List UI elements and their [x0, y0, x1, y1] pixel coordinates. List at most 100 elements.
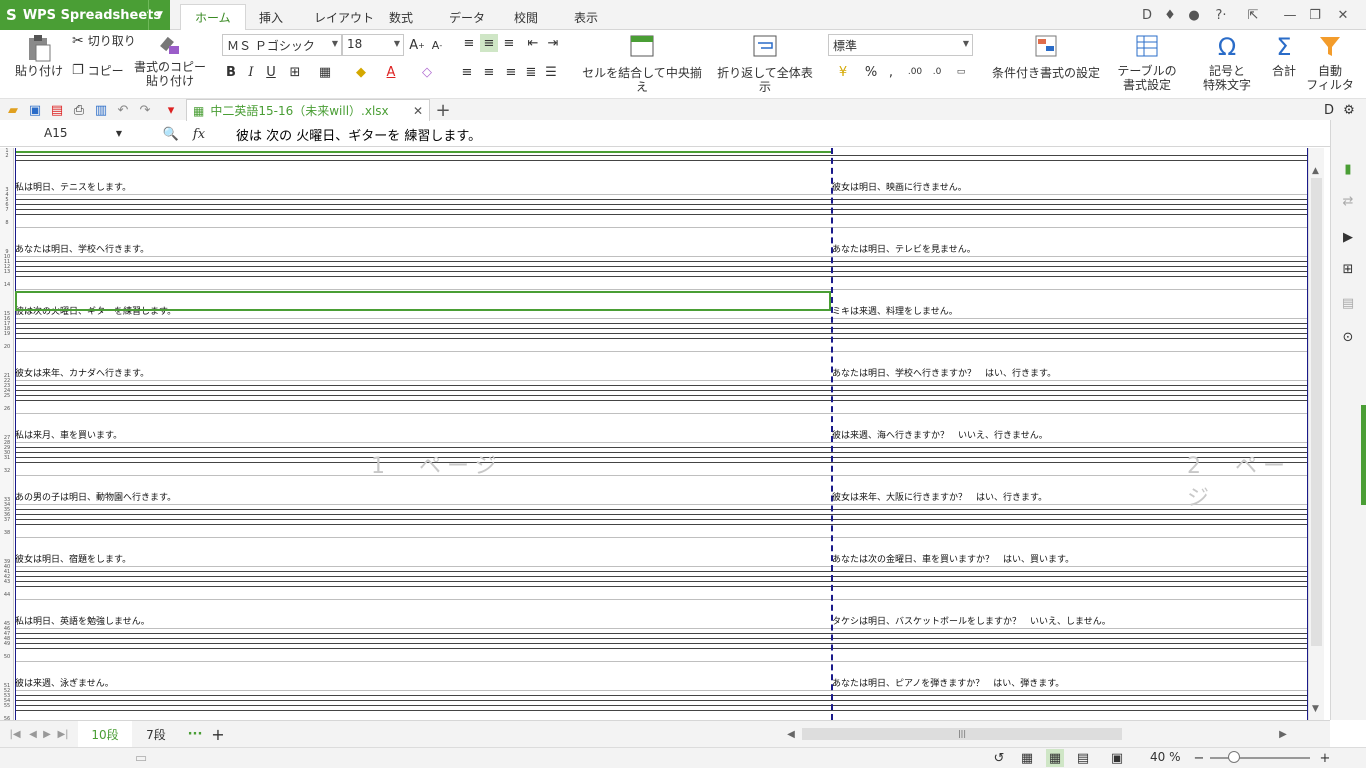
indent-icon[interactable]: ⇥ — [544, 34, 562, 52]
row-number[interactable]: 25 — [0, 394, 14, 399]
align-center-icon[interactable]: ≡ — [480, 63, 498, 81]
selected-cell-A15[interactable] — [15, 291, 831, 311]
sheet-tab-10[interactable]: 10段 — [78, 721, 132, 747]
font-name-select[interactable]: ＭＳ Ｐゴシック ▼ — [222, 34, 342, 56]
symbol-button[interactable]: Ω 記号と 特殊文字 — [1196, 34, 1258, 92]
skin-icon[interactable]: D — [1137, 5, 1157, 25]
align-bottom-icon[interactable]: ≡ — [500, 34, 518, 52]
scroll-up-icon[interactable]: ▲ — [1312, 166, 1319, 176]
add-sheet-icon[interactable]: + — [209, 725, 227, 744]
comma-button[interactable]: , — [882, 63, 900, 81]
undo-icon[interactable]: ↶ — [114, 101, 132, 119]
font-color-icon[interactable]: A — [382, 63, 400, 81]
row-number[interactable]: 7 — [0, 208, 14, 213]
row-number[interactable]: 44 — [0, 593, 14, 598]
auto-filter-button[interactable]: 自動 フィルタ — [1306, 34, 1354, 92]
cell-pattern-icon[interactable]: ▦ — [316, 63, 334, 81]
cut-button[interactable]: ✂ 切り取り — [72, 34, 136, 48]
format-painter-button[interactable]: 書式のコピー 貼り付け — [134, 34, 206, 88]
sheet-tab-7[interactable]: 7段 — [136, 721, 176, 747]
help-icon[interactable]: ?· — [1208, 5, 1234, 25]
restore-ribbon-icon[interactable]: ⇱ — [1243, 5, 1263, 25]
scroll-right-icon[interactable]: ▶ — [1274, 725, 1292, 743]
slideshow-icon[interactable]: ▶ — [1339, 228, 1357, 246]
row-number[interactable]: 13 — [0, 270, 14, 275]
doc-panel-icon[interactable]: ▤ — [1339, 294, 1357, 312]
cell-right[interactable]: あなたは明日、テレビを見ません。 — [832, 242, 976, 255]
decrease-font-icon[interactable]: A- — [428, 36, 446, 54]
shirt-icon[interactable]: ♦ — [1160, 5, 1180, 25]
formula-input[interactable]: 彼は 次の 火曜日、ギターを 練習します。 — [236, 125, 481, 144]
close-icon[interactable]: ✕ — [1333, 5, 1353, 25]
align-top-icon[interactable]: ≡ — [460, 34, 478, 52]
font-size-select[interactable]: 18 ▼ — [342, 34, 404, 56]
tab-insert[interactable]: 挿入 — [245, 4, 297, 30]
increase-font-icon[interactable]: A + — [408, 36, 426, 54]
tab-data[interactable]: データ — [435, 4, 499, 30]
backup-icon[interactable]: ⊙ — [1339, 328, 1357, 346]
tab-formulas[interactable]: 数式 — [375, 4, 427, 30]
redo-icon[interactable]: ↷ — [136, 101, 154, 119]
number-convert-icon[interactable]: ▭ — [952, 63, 970, 81]
new-doc-icon[interactable]: ▮ — [1339, 160, 1357, 178]
horizontal-scroll-thumb[interactable]: ||| — [802, 728, 1122, 740]
tab-review[interactable]: 校閲 — [500, 4, 552, 30]
open-icon[interactable]: ▰ — [4, 101, 22, 119]
sidebar-handle[interactable] — [1361, 405, 1366, 505]
cell-left[interactable]: 私は明日、テニスをします。 — [15, 180, 131, 193]
scroll-left-icon[interactable]: ◀ — [782, 725, 800, 743]
print-icon[interactable]: ⎙ — [70, 101, 88, 119]
decrease-decimal-icon[interactable]: .0 — [928, 63, 946, 81]
row-number[interactable]: 8 — [0, 221, 14, 226]
cell-right[interactable]: あなたは次の金曜日、車を買いますか？ はい、買います。 — [832, 552, 1074, 565]
justify-icon[interactable]: ≣ — [522, 63, 540, 81]
new-tab-icon[interactable]: + — [434, 100, 452, 121]
outdent-icon[interactable]: ⇤ — [524, 34, 542, 52]
bold-button[interactable]: B — [222, 63, 240, 81]
cell-left[interactable]: 彼女は来年、カナダへ行きます。 — [15, 366, 149, 379]
pdf-icon[interactable]: ▤ — [48, 101, 66, 119]
currency-icon[interactable]: ¥ — [834, 63, 852, 81]
save-icon[interactable]: ▣ — [26, 101, 44, 119]
zoom-out-icon[interactable]: − — [1190, 749, 1208, 767]
user-icon[interactable]: ● — [1184, 5, 1204, 25]
document-tab[interactable]: ▦ 中二英語15-16（未来will）.xlsx ✕ — [186, 99, 430, 121]
maximize-icon[interactable]: ❐ — [1305, 5, 1325, 25]
spreadsheet-grid[interactable]: 1 2 3 4 5 6 7 8 9 10 11 12 13 14 15 16 17 18 19 20 21 22 23 24 2… — [0, 148, 1308, 720]
table-format-button[interactable]: テーブルの 書式設定 — [1112, 34, 1182, 92]
row-number[interactable]: 32 — [0, 469, 14, 474]
sum-button[interactable]: Σ 合計 — [1262, 34, 1306, 78]
first-sheet-icon[interactable]: |◀ — [6, 725, 24, 743]
row-number[interactable]: 55 — [0, 704, 14, 709]
row-number[interactable]: 26 — [0, 407, 14, 412]
distribute-icon[interactable]: ☰ — [542, 63, 560, 81]
cell-right[interactable]: 彼女は来年、大阪に行きますか？ はい、行きます。 — [832, 490, 1047, 503]
transfer-icon[interactable]: ⇄ — [1339, 192, 1357, 210]
sheet-area[interactable]: 私は明日、テニスをします。 彼女は明日、映画に行きません。 あなたは明日、学校へ行き… — [15, 148, 1308, 720]
copy-button[interactable]: ❐ コピー — [72, 64, 124, 79]
cell-left[interactable]: 私は明日、英語を勉強しません。 — [15, 614, 150, 627]
settings-icon[interactable]: ⚙ — [1340, 101, 1358, 119]
underline-button[interactable]: U — [262, 63, 280, 81]
percent-button[interactable]: % — [862, 63, 880, 81]
grid-panel-icon[interactable]: ⊞ — [1339, 260, 1357, 278]
scroll-thumb[interactable] — [1311, 178, 1322, 646]
cell-left[interactable]: 私は来月、車を買います。 — [15, 428, 122, 441]
print-preview-icon[interactable]: ▥ — [92, 101, 110, 119]
eraser-icon[interactable]: ◇ — [418, 63, 436, 81]
tab-home[interactable]: ホーム — [180, 4, 246, 30]
minimize-icon[interactable]: — — [1280, 5, 1300, 25]
name-box[interactable]: A15 ▼ — [2, 124, 126, 144]
zoom-slider[interactable] — [1210, 757, 1310, 759]
normal-view-icon[interactable]: ▦ — [1018, 749, 1036, 767]
cell-right[interactable]: 彼は来週、海へ行きますか？ いいえ、行きません。 — [832, 428, 1048, 441]
paste-button[interactable]: 貼り付け — [10, 34, 68, 78]
reading-mode-icon[interactable]: ▣ — [1108, 749, 1126, 767]
page-break-view-icon[interactable]: ▦ — [1046, 749, 1064, 767]
close-tab-icon[interactable]: ✕ — [413, 104, 423, 118]
merge-center-button[interactable]: セルを結合して中央揃え — [578, 34, 706, 94]
row-number[interactable]: 14 — [0, 283, 14, 288]
align-left-icon[interactable]: ≡ — [458, 63, 476, 81]
row-number[interactable]: 50 — [0, 655, 14, 660]
zoom-in-icon[interactable]: + — [1316, 749, 1334, 767]
